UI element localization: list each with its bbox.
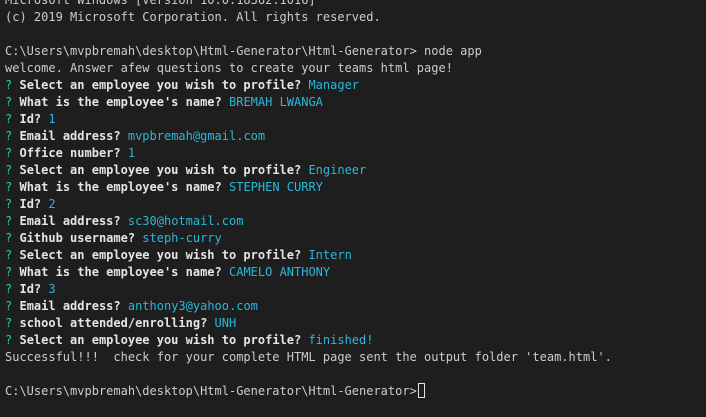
question-mark-icon: ? bbox=[5, 129, 13, 143]
qa-line: ? Select an employee you wish to profile… bbox=[5, 77, 706, 94]
qa-line: ? Email address? mvpbremah@gmail.com bbox=[5, 128, 706, 145]
qa-line: ? Email address? anthony3@yahoo.com bbox=[5, 298, 706, 315]
welcome-message: welcome. Answer afew questions to create… bbox=[5, 61, 453, 75]
question-prompt: Github username? bbox=[19, 231, 136, 245]
question-answer: 1 bbox=[41, 112, 56, 126]
question-mark-icon: ? bbox=[5, 78, 13, 92]
question-prompt: Id? bbox=[19, 197, 42, 211]
command-line: C:\Users\mvpbremah\desktop\Html-Generato… bbox=[5, 43, 706, 60]
question-prompt: Select an employee you wish to profile? bbox=[19, 78, 302, 92]
qa-line: ? What is the employee's name? STEPHEN C… bbox=[5, 179, 706, 196]
question-answer: finished! bbox=[301, 333, 374, 347]
question-prompt: Id? bbox=[19, 282, 42, 296]
question-mark-icon: ? bbox=[5, 180, 13, 194]
qa-line: ? Id? 3 bbox=[5, 281, 706, 298]
question-answer: 3 bbox=[41, 282, 56, 296]
qa-line: ? school attended/enrolling? UNH bbox=[5, 315, 706, 332]
terminal-output: Microsoft Windows [Version 10.0.18362.10… bbox=[5, 0, 706, 400]
terminal-header-line: (c) 2019 Microsoft Corporation. All righ… bbox=[5, 10, 381, 24]
question-prompt: Email address? bbox=[19, 214, 121, 228]
question-mark-icon: ? bbox=[5, 231, 13, 245]
question-prompt: Email address? bbox=[19, 129, 121, 143]
question-mark-icon: ? bbox=[5, 282, 13, 296]
question-prompt: Select an employee you wish to profile? bbox=[19, 333, 302, 347]
question-answer: BREMAH LWANGA bbox=[221, 95, 323, 109]
qa-line: ? What is the employee's name? CAMELO AN… bbox=[5, 264, 706, 281]
question-answer: steph-curry bbox=[135, 231, 222, 245]
command-text: node app bbox=[416, 44, 482, 58]
question-mark-icon: ? bbox=[5, 248, 13, 262]
qa-line: ? Select an employee you wish to profile… bbox=[5, 162, 706, 179]
question-mark-icon: ? bbox=[5, 333, 13, 347]
question-prompt: Select an employee you wish to profile? bbox=[19, 248, 302, 262]
qa-line: ? Github username? steph-curry bbox=[5, 230, 706, 247]
question-answer: UNH bbox=[207, 316, 237, 330]
final-prompt-line[interactable]: C:\Users\mvpbremah\desktop\Html-Generato… bbox=[5, 383, 706, 400]
qa-line: ? Id? 1 bbox=[5, 111, 706, 128]
question-answer: mvpbremah@gmail.com bbox=[120, 129, 266, 143]
question-prompt: What is the employee's name? bbox=[19, 95, 222, 109]
question-prompt: Select an employee you wish to profile? bbox=[19, 163, 302, 177]
success-message: Successful!!! check for your complete HT… bbox=[5, 350, 612, 364]
question-mark-icon: ? bbox=[5, 163, 13, 177]
command-prompt: C:\Users\mvpbremah\desktop\Html-Generato… bbox=[5, 44, 417, 58]
question-mark-icon: ? bbox=[5, 265, 13, 279]
question-answer: Engineer bbox=[301, 163, 367, 177]
question-prompt: Office number? bbox=[19, 146, 121, 160]
question-mark-icon: ? bbox=[5, 146, 13, 160]
question-mark-icon: ? bbox=[5, 214, 13, 228]
qa-line: ? Select an employee you wish to profile… bbox=[5, 247, 706, 264]
question-answer: STEPHEN CURRY bbox=[221, 180, 323, 194]
question-prompt: What is the employee's name? bbox=[19, 265, 222, 279]
terminal-window[interactable]: Microsoft Windows [Version 10.0.18362.10… bbox=[0, 0, 706, 417]
question-answer: CAMELO ANTHONY bbox=[221, 265, 331, 279]
question-prompt: What is the employee's name? bbox=[19, 180, 222, 194]
question-answer: Manager bbox=[301, 78, 360, 92]
question-mark-icon: ? bbox=[5, 316, 13, 330]
question-answer: 1 bbox=[120, 146, 136, 160]
question-mark-icon: ? bbox=[5, 197, 13, 211]
qa-line: ? What is the employee's name? BREMAH LW… bbox=[5, 94, 706, 111]
question-prompt: Email address? bbox=[19, 299, 121, 313]
qa-line: ? Select an employee you wish to profile… bbox=[5, 332, 706, 349]
question-answer: Intern bbox=[301, 248, 352, 262]
final-prompt: C:\Users\mvpbremah\desktop\Html-Generato… bbox=[5, 384, 417, 398]
question-prompt: school attended/enrolling? bbox=[19, 316, 208, 330]
question-mark-icon: ? bbox=[5, 112, 13, 126]
qa-line: ? Email address? sc30@hotmail.com bbox=[5, 213, 706, 230]
question-answer: anthony3@yahoo.com bbox=[120, 299, 258, 313]
text-cursor[interactable] bbox=[417, 383, 425, 398]
qa-line: ? Office number? 1 bbox=[5, 145, 706, 162]
question-answer: sc30@hotmail.com bbox=[120, 214, 244, 228]
question-mark-icon: ? bbox=[5, 95, 13, 109]
qa-line: ? Id? 2 bbox=[5, 196, 706, 213]
question-answer: 2 bbox=[41, 197, 56, 211]
question-prompt: Id? bbox=[19, 112, 42, 126]
terminal-header-line: Microsoft Windows [Version 10.0.18362.10… bbox=[5, 0, 316, 7]
question-mark-icon: ? bbox=[5, 299, 13, 313]
